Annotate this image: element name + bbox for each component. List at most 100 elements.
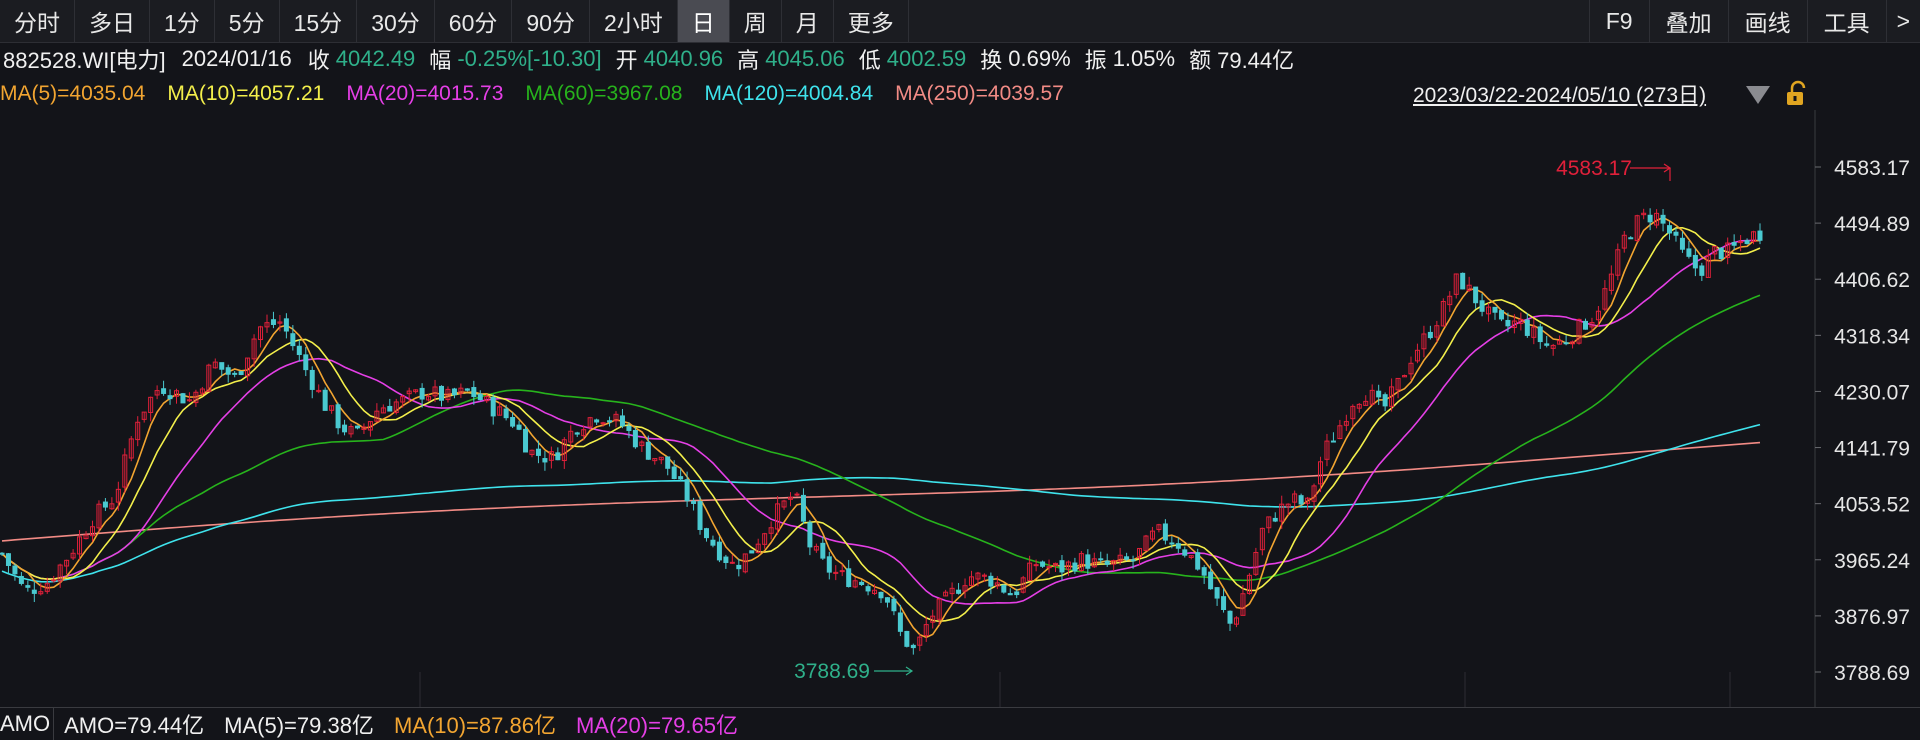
amo-ma5: MA(5)=79.38亿 [224, 713, 374, 738]
candle-down [1201, 567, 1207, 576]
amplitude-label: 振 [1084, 48, 1107, 73]
tool-button-0[interactable]: F9 [1588, 0, 1649, 42]
tool-button-4[interactable]: > [1885, 0, 1920, 42]
candle-down [703, 528, 709, 539]
period-tab-7[interactable]: 90分 [512, 0, 590, 42]
candle-down [1757, 230, 1763, 241]
candle-down [1272, 517, 1278, 522]
candle-down [1208, 571, 1214, 590]
period-tab-1[interactable]: 多日 [75, 0, 150, 42]
ma-legend-item-5[interactable]: MA(250)=4039.57 [895, 82, 1064, 106]
period-tab-6[interactable]: 60分 [435, 0, 513, 42]
ma60-line [1, 294, 1761, 582]
change-label: 幅 [429, 48, 452, 73]
candle-down [18, 575, 24, 584]
period-tab-5[interactable]: 30分 [357, 0, 435, 42]
candle-down [1692, 254, 1698, 269]
chart-grid [419, 110, 1816, 707]
candle-up [729, 561, 735, 564]
candle-down [891, 598, 897, 612]
candle-down [490, 396, 496, 417]
candles [0, 208, 1763, 655]
range-dropdown-icon[interactable] [1746, 86, 1770, 104]
quote-info-row: 882528.WI[电力] 2024/01/16 收 4042.49 幅 -0.… [3, 44, 1308, 74]
open-value: 4040.96 [643, 46, 724, 71]
candle-down [736, 564, 742, 570]
period-tab-12[interactable]: 更多 [834, 0, 909, 42]
change-value: -0.25%[-10.30] [457, 46, 602, 71]
candle-down [510, 417, 516, 427]
period-tab-3[interactable]: 5分 [215, 0, 280, 42]
ma5-line [1, 216, 1761, 639]
candle-down [451, 388, 457, 396]
candle-down [225, 367, 231, 375]
tool-button-1[interactable]: 叠加 [1648, 0, 1728, 42]
candle-down [523, 428, 529, 453]
ma-legend-item-3[interactable]: MA(60)=3967.08 [525, 82, 682, 106]
candle-down [859, 581, 865, 586]
candle-down [1221, 596, 1227, 610]
period-tab-2[interactable]: 1分 [150, 0, 215, 42]
symbol-name[interactable]: 882528.WI[电力] [3, 43, 166, 75]
candle-down [419, 387, 425, 400]
extreme-markers: 4583.17 3788.69 [794, 157, 1672, 683]
tool-button-3[interactable]: 工具 [1806, 0, 1886, 42]
ma-legend-item-1[interactable]: MA(10)=4057.21 [167, 82, 324, 106]
candle-down [1162, 523, 1168, 541]
y-tick-label: 4141.79 [1834, 438, 1910, 461]
candle-down [438, 385, 445, 401]
period-tab-9[interactable]: 日 [677, 0, 730, 42]
close-value: 4042.49 [335, 46, 416, 71]
candle-down [232, 372, 238, 375]
ma-legend-item-4[interactable]: MA(120)=4004.84 [704, 82, 873, 106]
candlestick-chart[interactable]: 4583.17 3788.69 4583.17 4494.89 4406.62 4318… [0, 110, 1920, 710]
candle-down [1563, 342, 1569, 345]
candle-down [1673, 231, 1679, 236]
candle-down [1169, 542, 1175, 545]
candle-down [897, 612, 903, 632]
candle-down [1628, 237, 1634, 240]
candle-down [645, 441, 651, 460]
candle-down [5, 553, 11, 566]
lock-icon[interactable] [1784, 80, 1810, 108]
period-tab-0[interactable]: 分时 [0, 0, 75, 42]
candle-down [503, 408, 509, 419]
candle-down [1072, 562, 1078, 572]
candle-down [1040, 561, 1046, 567]
candle-down [296, 345, 302, 356]
candle-down [988, 575, 994, 587]
period-tab-8[interactable]: 2小时 [590, 0, 678, 42]
period-tab-11[interactable]: 月 [782, 0, 834, 42]
candle-down [322, 389, 328, 411]
candle-down [1427, 331, 1433, 339]
y-tick-label: 4494.89 [1834, 213, 1910, 236]
ma20-line [1, 239, 1761, 605]
candle-down [219, 362, 225, 370]
candle-down [1182, 549, 1188, 556]
candle-down [0, 552, 5, 555]
candle-down [1376, 390, 1382, 398]
amo-indicator-name[interactable]: AMO [0, 711, 50, 737]
candle-down [684, 479, 690, 502]
amount-value: 79.44亿 [1217, 48, 1295, 73]
tool-button-2[interactable]: 画线 [1727, 0, 1807, 42]
candle-up [1046, 566, 1052, 569]
amo-ma10: MA(10)=87.86亿 [393, 713, 556, 738]
ma-legend-item-2[interactable]: MA(20)=4015.73 [346, 82, 503, 106]
period-tab-4[interactable]: 15分 [280, 0, 358, 42]
candle-up [794, 493, 800, 496]
period-toolbar: 分时 多日 1分 5分 15分 30分 60分 90分 2小时日周月更多 F9 叠加 画线 工具 > [0, 0, 1920, 43]
candle-down [1059, 560, 1065, 573]
candle-down [1214, 587, 1220, 599]
candle-down [1731, 242, 1737, 246]
candle-down [697, 501, 703, 530]
candle-down [710, 539, 716, 546]
candle-down [1679, 237, 1685, 250]
candle-down [671, 466, 677, 480]
period-tab-10[interactable]: 周 [730, 0, 782, 42]
turnover-label: 换 [980, 48, 1003, 73]
date-range-selector[interactable]: 2023/03/22-2024/05/10 (273日) [1413, 80, 1706, 108]
candle-down [555, 452, 561, 461]
candle-down [167, 395, 173, 400]
ma-legend-item-0[interactable]: MA(5)=4035.04 [0, 82, 145, 106]
